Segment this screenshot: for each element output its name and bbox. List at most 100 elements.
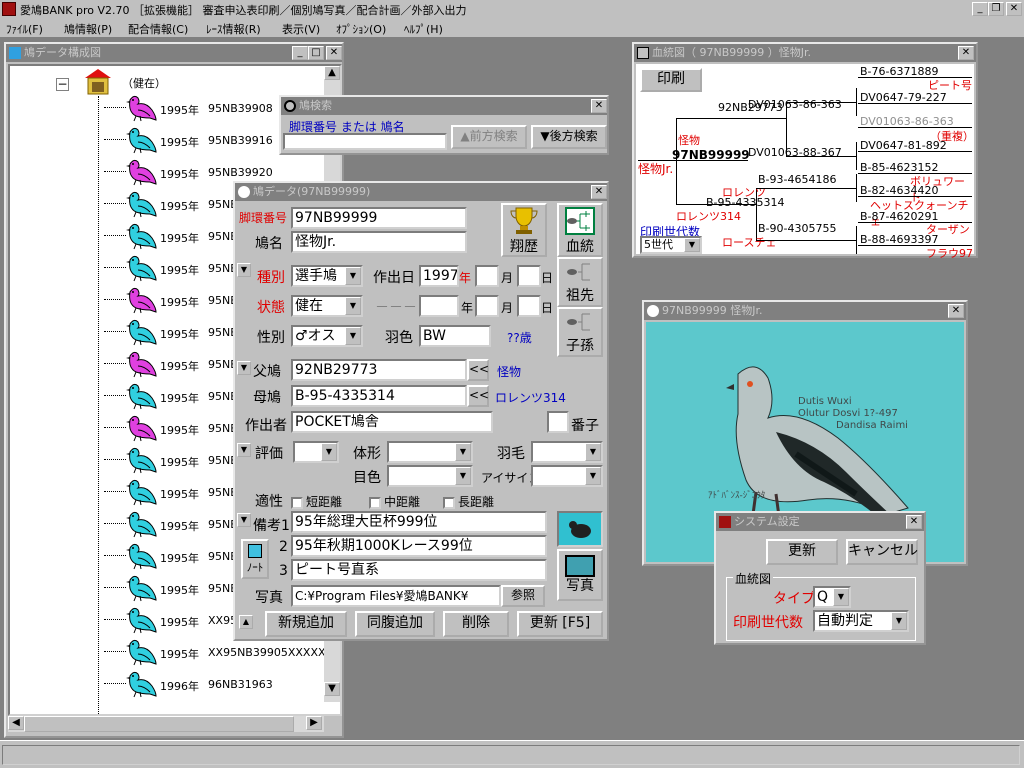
made-month-field[interactable]: [475, 265, 499, 287]
tree-minimize-button[interactable]: _: [292, 46, 308, 60]
type-select[interactable]: 選手鳩 ▼: [291, 265, 363, 287]
dsd-ring[interactable]: B-82-4634420: [858, 185, 972, 197]
menu-view[interactable]: 表示(V): [282, 21, 320, 37]
browse-button[interactable]: 参照: [501, 585, 545, 607]
breeder-field[interactable]: POCKET鳩舎: [291, 411, 493, 433]
ss-ring[interactable]: DV01063-86-363: [748, 98, 842, 111]
tree-row[interactable]: 1996年 96NB31963: [104, 668, 334, 700]
tree-maximize-button[interactable]: □: [308, 46, 324, 60]
aptitude-long[interactable]: 長距離: [443, 493, 494, 510]
photo-path-field[interactable]: C:¥Program Files¥愛鳩BANK¥: [291, 585, 501, 607]
app-minimize-button[interactable]: _: [972, 2, 988, 16]
ds-ring[interactable]: B-93-4654186: [758, 173, 836, 186]
update-button[interactable]: 更新 [F5]: [517, 611, 603, 637]
feather-field[interactable]: BW: [419, 325, 491, 347]
pigeon-close-button[interactable]: ✕: [591, 185, 607, 199]
name-field[interactable]: 怪物Jr.: [291, 231, 467, 253]
next-search-button[interactable]: ▼後方検索: [531, 125, 607, 149]
menu-file[interactable]: ﾌｧｲﾙ(F): [6, 21, 43, 37]
mother-link-button[interactable]: <<: [467, 385, 489, 407]
sdd-ring[interactable]: DV0647-81-892: [858, 140, 972, 152]
month-unit: 月: [501, 271, 514, 285]
d-year-unit: 年: [461, 301, 474, 315]
tree-hscroll[interactable]: ◀ ▶: [8, 716, 324, 732]
add-sibling-button[interactable]: 同腹追加: [355, 611, 435, 637]
sex-select[interactable]: ♂オス ▼: [291, 325, 363, 347]
gen-select[interactable]: 5世代 ▼: [640, 236, 702, 254]
scroll-up-button[interactable]: ▲: [324, 66, 340, 80]
death-day-field[interactable]: [517, 295, 541, 317]
collapse-toggle[interactable]: ▲: [239, 615, 253, 629]
section-toggle-1[interactable]: ▼: [237, 263, 251, 277]
delete-button[interactable]: 削除: [443, 611, 509, 637]
menu-race[interactable]: ﾚｰｽ情報(R): [206, 21, 261, 37]
aptitude-mid[interactable]: 中距離: [369, 493, 420, 510]
section-toggle-2[interactable]: ▼: [237, 361, 251, 375]
line-dam: [676, 204, 756, 205]
section-toggle-3[interactable]: ▼: [237, 443, 251, 457]
section-toggle-4[interactable]: ▼: [237, 513, 251, 527]
system-close-button[interactable]: ✕: [906, 515, 922, 529]
add-new-button[interactable]: 新規追加: [265, 611, 347, 637]
sds-ring[interactable]: DV01063-86-363: [858, 116, 972, 128]
menu-options[interactable]: ｵﾌﾟｼｮﾝ(O): [336, 21, 386, 37]
tree-close-button[interactable]: ✕: [326, 46, 342, 60]
system-update-button[interactable]: 更新: [766, 539, 838, 565]
menu-mating[interactable]: 配合情報(C): [128, 21, 188, 37]
photo-button[interactable]: 写真: [557, 549, 603, 601]
sd-ring[interactable]: DV01063-88-367: [748, 146, 842, 159]
death-month-field[interactable]: [475, 295, 499, 317]
tree-row-ring: XX95NB39905XXXXXXXXX: [208, 646, 342, 659]
menu-help[interactable]: ﾍﾙﾌﾟ(H): [404, 21, 443, 37]
made-day-field[interactable]: [517, 265, 541, 287]
ssd-ring[interactable]: DV0647-79-227: [858, 92, 972, 104]
eyesign-select[interactable]: ▼: [531, 465, 603, 487]
ring-field[interactable]: 97NB99999: [291, 207, 467, 229]
tree-collapse-icon[interactable]: −: [56, 78, 69, 91]
photo-close-button[interactable]: ✕: [948, 304, 964, 318]
note2-field[interactable]: 95年秋期1000Kレース99位: [291, 535, 547, 557]
line-sss-v: [856, 88, 857, 116]
search-close-button[interactable]: ✕: [591, 99, 607, 113]
bangou-field[interactable]: [547, 411, 569, 433]
print-button[interactable]: 印刷: [640, 68, 702, 92]
plume-select[interactable]: ▼: [531, 441, 603, 463]
system-gen-select[interactable]: 自動判定 ▼: [813, 610, 909, 632]
line-sds-v: [856, 142, 857, 170]
scroll-right-button[interactable]: ▶: [306, 716, 322, 730]
pedigree-close-button[interactable]: ✕: [958, 46, 974, 60]
pigeon-icon: [126, 543, 157, 570]
scroll-left-button[interactable]: ◀: [8, 716, 24, 730]
system-type-select[interactable]: Q ▼: [813, 586, 851, 608]
pedigree-button[interactable]: 血統: [557, 203, 603, 257]
made-year-field[interactable]: 1997: [419, 265, 459, 287]
day-unit: 日: [541, 271, 554, 285]
hscroll-thumb[interactable]: [24, 716, 294, 732]
status-select[interactable]: 健在 ▼: [291, 295, 363, 317]
body-select[interactable]: ▼: [387, 441, 473, 463]
aptitude-short[interactable]: 短距離: [291, 493, 342, 510]
tree-root-label[interactable]: （健在）: [122, 75, 166, 91]
system-cancel-button[interactable]: キャンセル: [846, 539, 918, 565]
father-link-button[interactable]: <<: [467, 359, 489, 381]
app-close-button[interactable]: ✕: [1006, 2, 1022, 16]
tree-connector: [104, 395, 126, 396]
mother-field[interactable]: B-95-4335314: [291, 385, 467, 407]
tree-connector: [104, 523, 126, 524]
note1-field[interactable]: 95年総理大臣杯999位: [291, 511, 547, 533]
note3-field[interactable]: ピート号直系: [291, 559, 547, 581]
descendant-button[interactable]: 子孫: [557, 307, 603, 357]
search-input[interactable]: [283, 133, 447, 150]
father-field[interactable]: 92NB29773: [291, 359, 467, 381]
prev-search-button[interactable]: ▲前方検索: [451, 125, 527, 149]
note-button[interactable]: ﾉｰﾄ: [241, 539, 269, 579]
eye-select[interactable]: ▼: [387, 465, 473, 487]
app-restore-button[interactable]: ❐: [988, 2, 1004, 16]
menu-pigeon[interactable]: 鳩情報(P): [64, 21, 112, 37]
ancestor-button[interactable]: 祖先: [557, 257, 603, 307]
scroll-down-button[interactable]: ▼: [324, 682, 340, 696]
eval-select[interactable]: ▼: [293, 441, 339, 463]
photo-icon: [565, 555, 595, 577]
trophy-button[interactable]: 翔歴: [501, 203, 547, 257]
death-year-field[interactable]: [419, 295, 459, 317]
